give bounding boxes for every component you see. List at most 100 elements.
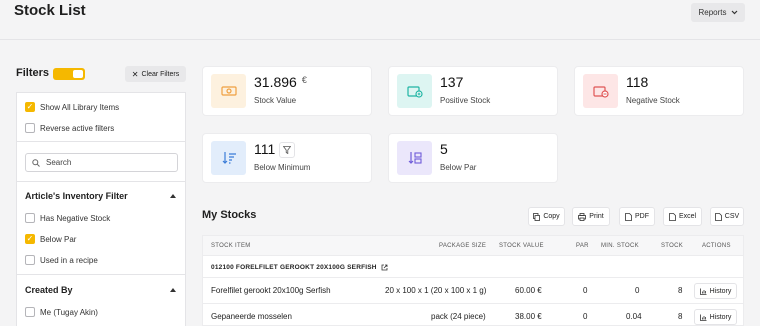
print-button[interactable]: Print bbox=[572, 207, 610, 226]
checkbox-icon bbox=[25, 307, 35, 317]
kpi-label: Below Par bbox=[440, 163, 477, 172]
kpi-label: Below Minimum bbox=[254, 163, 311, 172]
csv-button[interactable]: CSV bbox=[710, 207, 744, 226]
top-bar: Stock List Reports bbox=[0, 0, 760, 40]
sort-down-icon bbox=[211, 141, 246, 175]
clear-filters-label: Clear Filters bbox=[141, 70, 180, 78]
search-placeholder: Search bbox=[46, 158, 72, 167]
my-stocks-title: My Stocks bbox=[202, 209, 257, 221]
table-row[interactable]: Forelfilet gerookt 20x100g Serfish 20 x … bbox=[203, 278, 743, 304]
chevron-up-icon[interactable] bbox=[170, 194, 176, 198]
chevron-down-icon bbox=[731, 10, 737, 15]
filters-panel: ✓ Show All Library Items Reverse active … bbox=[16, 92, 186, 326]
excel-button[interactable]: Excel bbox=[663, 207, 702, 226]
box-plus-icon bbox=[397, 74, 432, 108]
checkbox-checked-icon: ✓ bbox=[25, 102, 35, 112]
kpi-label: Positive Stock bbox=[440, 96, 491, 105]
cell-package: pack (24 piece) bbox=[431, 312, 486, 321]
cell-value: 38.00 € bbox=[515, 312, 542, 321]
history-button[interactable]: History bbox=[694, 283, 737, 299]
divider bbox=[17, 181, 185, 182]
filters-toggle[interactable] bbox=[53, 68, 85, 80]
group-row: 012100 FORELFILET GEROOKT 20X100G SERFIS… bbox=[203, 256, 743, 278]
table-header: STOCK ITEM PACKAGE SIZE STOCK VALUE PAR … bbox=[203, 236, 743, 256]
has-negative-stock-checkbox[interactable]: Has Negative Stock bbox=[25, 213, 110, 223]
kpi-card-below-par[interactable]: 5 Below Par bbox=[388, 133, 558, 183]
kpi-label: Negative Stock bbox=[626, 96, 680, 105]
used-in-recipe-checkbox[interactable]: Used in a recipe bbox=[25, 255, 98, 265]
below-par-checkbox[interactable]: ✓ Below Par bbox=[25, 234, 76, 244]
cell-min: 0.04 bbox=[626, 312, 642, 321]
group-name: 012100 FORELFILET GEROOKT 20X100G SERFIS… bbox=[211, 264, 377, 271]
reverse-filters-checkbox[interactable]: Reverse active filters bbox=[25, 123, 114, 133]
external-link-icon[interactable] bbox=[381, 264, 388, 271]
cell-par: 0 bbox=[583, 312, 588, 321]
divider bbox=[17, 141, 185, 142]
chevron-up-icon[interactable] bbox=[170, 288, 176, 292]
cell-item: Gepaneerde mosselen bbox=[211, 312, 292, 321]
copy-button[interactable]: Copy bbox=[528, 207, 565, 226]
checkbox-label: Used in a recipe bbox=[40, 255, 98, 265]
clear-filters-button[interactable]: ✕ Clear Filters bbox=[125, 66, 186, 82]
cell-stock: 8 bbox=[678, 312, 683, 321]
reverse-label: Reverse active filters bbox=[40, 123, 115, 133]
excel-label: Excel bbox=[678, 213, 697, 220]
column-header[interactable]: PAR bbox=[576, 243, 589, 249]
checkbox-label: Me (Tugay Akin) bbox=[40, 307, 98, 317]
checkbox-label: Below Par bbox=[40, 234, 77, 244]
column-header[interactable]: STOCK VALUE bbox=[499, 243, 544, 249]
file-icon bbox=[625, 212, 632, 221]
reports-button[interactable]: Reports bbox=[691, 3, 745, 22]
group-label[interactable]: 012100 FORELFILET GEROOKT 20X100G SERFIS… bbox=[211, 264, 388, 271]
filter-icon[interactable] bbox=[279, 142, 295, 158]
checkbox-icon bbox=[25, 213, 35, 223]
pdf-button[interactable]: PDF bbox=[619, 207, 655, 226]
box-minus-icon bbox=[583, 74, 618, 108]
kpi-label: Stock Value bbox=[254, 96, 297, 105]
created-by-me-checkbox[interactable]: Me (Tugay Akin) bbox=[25, 307, 98, 317]
close-icon: ✕ bbox=[131, 69, 139, 79]
kpi-card-below-minimum[interactable]: 111 Below Minimum bbox=[202, 133, 372, 183]
file-icon bbox=[714, 212, 722, 221]
history-button[interactable]: History bbox=[694, 309, 737, 325]
kpi-value: 137 bbox=[440, 74, 464, 90]
column-header: ACTIONS bbox=[702, 243, 731, 249]
bar-chart-icon bbox=[699, 314, 707, 321]
column-header[interactable]: MIN. STOCK bbox=[601, 243, 639, 249]
checkbox-icon bbox=[25, 123, 35, 133]
sort-box-icon bbox=[397, 141, 432, 175]
kpi-value: 111 bbox=[254, 141, 276, 157]
print-icon bbox=[578, 212, 587, 221]
created-by-title: Created By bbox=[25, 285, 73, 295]
kpi-card-stock-value[interactable]: 31.896 € Stock Value bbox=[202, 66, 372, 116]
history-label: History bbox=[709, 313, 732, 321]
copy-icon bbox=[533, 212, 541, 221]
toggle-knob bbox=[73, 70, 83, 78]
filters-title: Filters bbox=[16, 67, 50, 79]
column-header[interactable]: STOCK ITEM bbox=[211, 243, 251, 249]
kpi-card-positive-stock[interactable]: 137 Positive Stock bbox=[388, 66, 558, 116]
show-all-checkbox[interactable]: ✓ Show All Library Items bbox=[25, 102, 119, 112]
divider bbox=[17, 274, 185, 275]
table-row[interactable]: Gepaneerde mosselen pack (24 piece) 38.0… bbox=[203, 304, 743, 326]
checkbox-label: Has Negative Stock bbox=[40, 213, 111, 223]
copy-label: Copy bbox=[543, 213, 560, 220]
kpi-value: 118 bbox=[626, 74, 649, 90]
kpi-card-negative-stock[interactable]: 118 Negative Stock bbox=[574, 66, 744, 116]
search-icon bbox=[32, 158, 40, 167]
print-label: Print bbox=[589, 213, 604, 220]
checkbox-checked-icon: ✓ bbox=[25, 234, 35, 244]
search-input[interactable]: Search bbox=[25, 153, 178, 172]
history-label: History bbox=[709, 287, 732, 295]
column-header[interactable]: STOCK bbox=[661, 243, 683, 249]
stock-table: STOCK ITEM PACKAGE SIZE STOCK VALUE PAR … bbox=[202, 235, 744, 326]
pdf-label: PDF bbox=[635, 213, 649, 220]
inventory-filter-title: Article's Inventory Filter bbox=[25, 191, 128, 201]
cell-stock: 8 bbox=[678, 286, 683, 295]
column-header[interactable]: PACKAGE SIZE bbox=[439, 243, 486, 249]
cell-item: Forelfilet gerookt 20x100g Serfish bbox=[211, 286, 331, 295]
cell-value: 60.00 € bbox=[515, 286, 542, 295]
page-title: Stock List bbox=[14, 2, 86, 19]
show-all-label: Show All Library Items bbox=[40, 102, 120, 112]
bar-chart-icon bbox=[699, 288, 707, 295]
